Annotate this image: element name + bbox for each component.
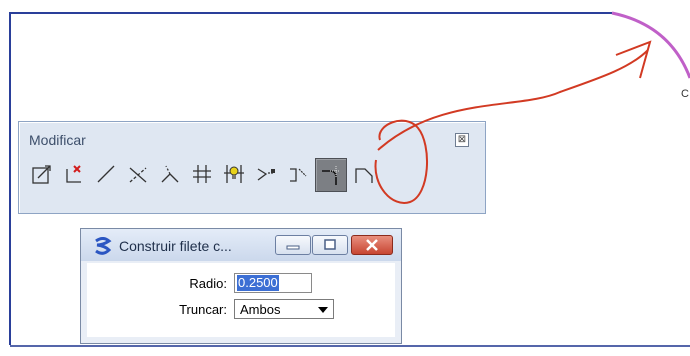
- extend-line-icon: [97, 165, 115, 183]
- radio-input[interactable]: 0.2500: [234, 273, 312, 293]
- tool-extend-line[interactable]: [91, 158, 121, 190]
- dialog-titlebar[interactable]: Construir filete c...: [81, 229, 401, 261]
- delete-vertex-icon: [290, 168, 307, 182]
- side-label: C: [681, 88, 689, 100]
- extend-to-intersection-icon: [161, 165, 179, 183]
- minimize-button[interactable]: [275, 235, 311, 255]
- tool-construct-chamfer[interactable]: [349, 158, 379, 190]
- modificar-toolbar: Modificar ⊠: [18, 121, 486, 214]
- truncar-label: Truncar:: [179, 302, 227, 317]
- microstation-logo-icon: [95, 237, 112, 255]
- dialog-title: Construir filete c...: [119, 238, 232, 254]
- construct-chamfer-icon: [355, 168, 373, 183]
- dialog-body: Radio: 0.2500 Truncar: Ambos: [87, 263, 395, 337]
- radio-row: Radio: 0.2500: [87, 273, 395, 295]
- trim-multiple-icon: [193, 165, 211, 183]
- tool-row: [27, 158, 381, 192]
- close-button[interactable]: [351, 235, 393, 255]
- close-icon: [366, 239, 378, 251]
- tool-extend-to-intersection[interactable]: [155, 158, 185, 190]
- toolbar-title: Modificar: [29, 132, 86, 148]
- tool-intellitrim[interactable]: [219, 158, 249, 190]
- insert-vertex-icon: [257, 168, 275, 181]
- truncar-row: Truncar: Ambos: [87, 299, 395, 321]
- maximize-icon: [324, 239, 336, 250]
- radio-label: Radio:: [189, 276, 227, 291]
- tool-extend-two[interactable]: [123, 158, 153, 190]
- construct-fillet-icon: [322, 166, 340, 185]
- truncar-select[interactable]: Ambos: [234, 299, 334, 319]
- tool-insert-vertex[interactable]: [251, 158, 281, 190]
- tool-delete-vertex[interactable]: [283, 158, 313, 190]
- truncar-value: Ambos: [240, 302, 281, 317]
- tool-construct-fillet[interactable]: [315, 158, 347, 192]
- maximize-button[interactable]: [312, 235, 348, 255]
- intellitrim-icon: [224, 165, 244, 183]
- tool-trim-multiple[interactable]: [187, 158, 217, 190]
- toolbar-close-button[interactable]: ⊠: [455, 133, 469, 147]
- tool-modify-element[interactable]: [27, 158, 57, 190]
- tool-partial-delete[interactable]: [59, 158, 89, 190]
- chevron-down-icon: [318, 307, 328, 313]
- partial-delete-icon: [66, 165, 81, 183]
- extend-two-elements-icon: [129, 167, 147, 183]
- radio-value: 0.2500: [237, 275, 279, 291]
- fillet-arc: [611, 11, 690, 79]
- minimize-icon: [286, 245, 300, 250]
- construct-fillet-dialog: Construir filete c... Radio: 0.2500 Trun…: [80, 228, 402, 344]
- modify-element-icon: [32, 165, 51, 184]
